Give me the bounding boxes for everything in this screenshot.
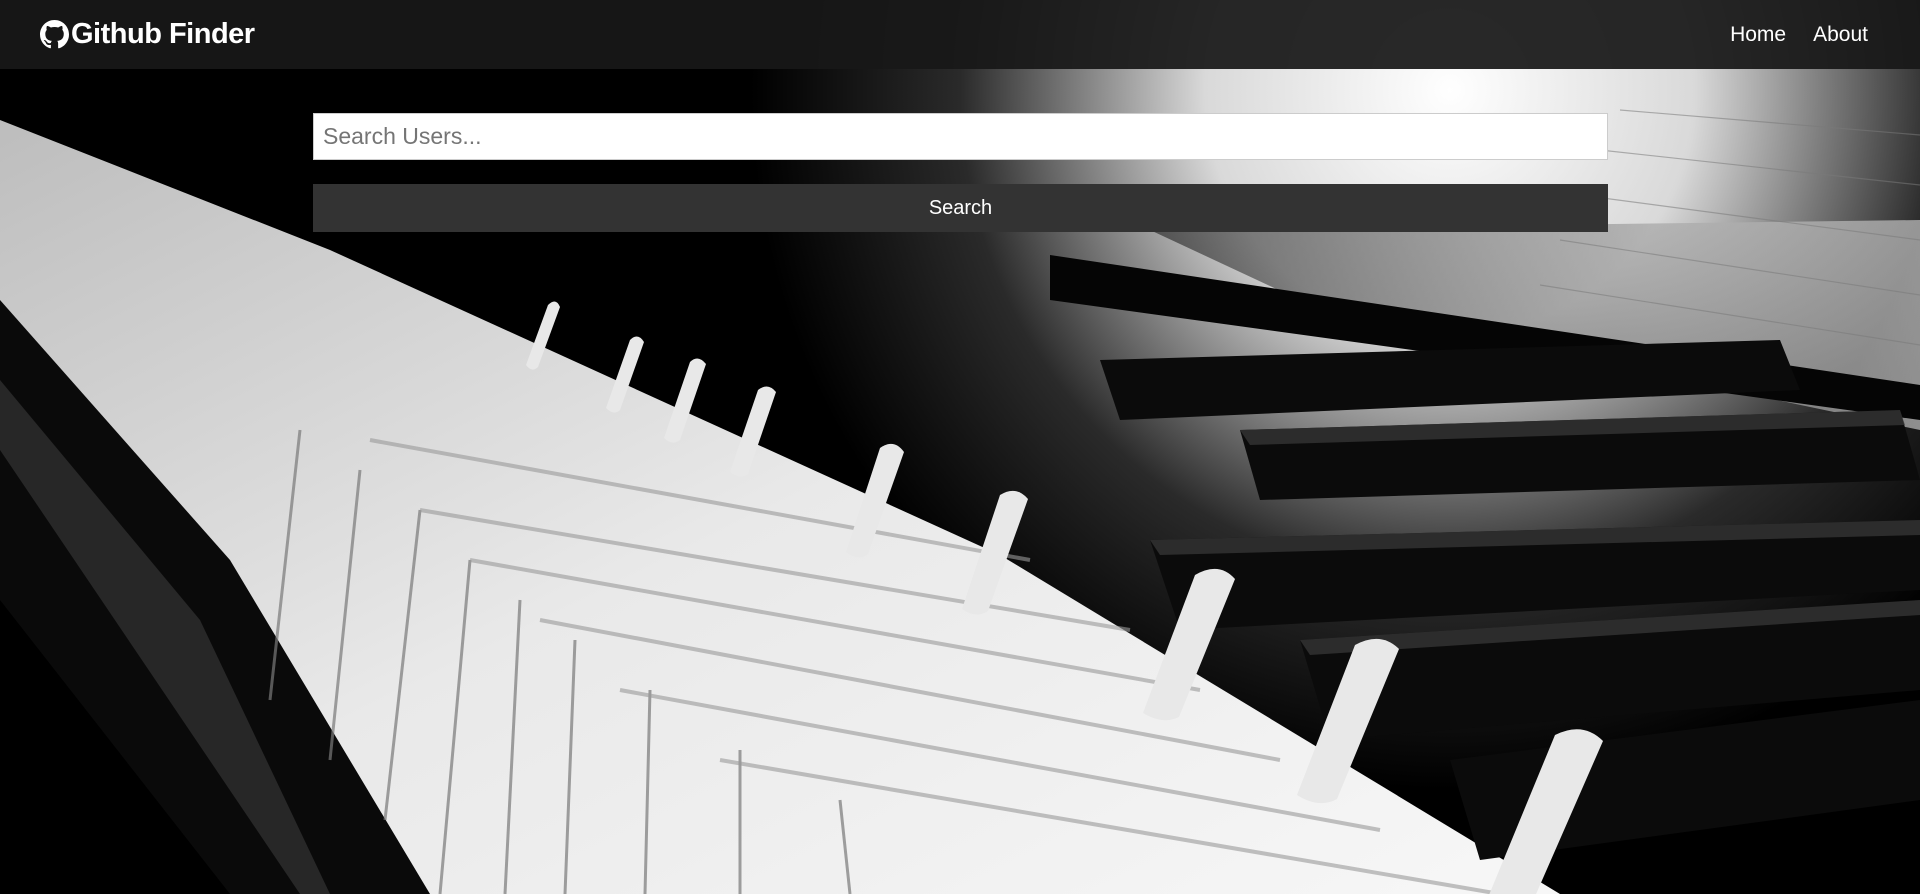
nav-home-link[interactable]: Home (1730, 23, 1786, 47)
navbar: Github Finder Home About (0, 0, 1920, 69)
nav-about-link[interactable]: About (1813, 23, 1868, 47)
brand-link[interactable]: Github Finder (40, 18, 255, 51)
search-input[interactable] (313, 113, 1608, 160)
search-button[interactable]: Search (313, 184, 1608, 232)
github-icon (40, 20, 69, 49)
brand-title: Github Finder (71, 18, 255, 50)
search-form: Search (313, 113, 1608, 232)
nav-links: Home About (1703, 23, 1868, 47)
